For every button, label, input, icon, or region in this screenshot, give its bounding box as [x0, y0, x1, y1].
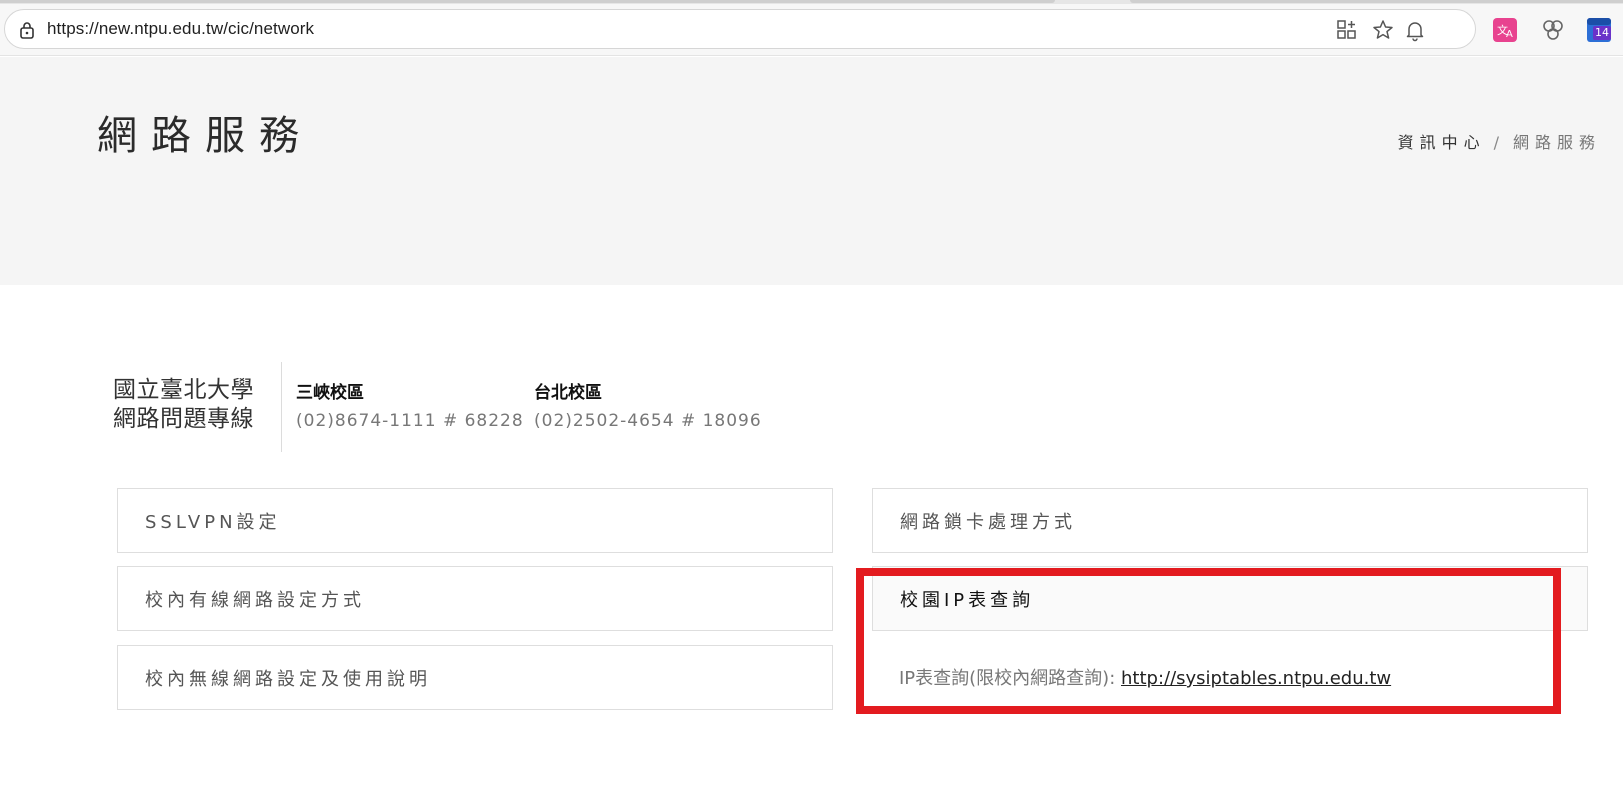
hotline-title-line2: 網路問題專線 — [113, 406, 254, 432]
campus-sanxia: 三峽校區 (02)8674-1111 # 68228 — [296, 378, 524, 431]
accordion-campus-ip[interactable]: 校園IP表查詢 — [872, 566, 1588, 631]
browser-toolbar: https://new.ntpu.edu.tw/cic/network 文 A … — [0, 4, 1623, 56]
favorite-star-icon[interactable] — [1371, 18, 1395, 42]
hotline-title-line1: 國立臺北大學 — [113, 377, 254, 403]
svg-text:A: A — [1506, 29, 1513, 40]
hotline-title: 國立臺北大學 網路問題專線 — [113, 376, 254, 434]
breadcrumb-item-cic[interactable]: 資訊中心 — [1398, 133, 1486, 152]
breadcrumb-separator: / — [1493, 133, 1505, 152]
breadcrumb: 資訊中心 / 網路服務 — [1398, 129, 1601, 153]
campus-phone: (02)8674-1111 # 68228 — [296, 411, 524, 431]
notification-bell-icon[interactable] — [1403, 18, 1427, 42]
divider — [281, 362, 282, 452]
app-available-icon[interactable] — [1335, 18, 1359, 42]
campus-phone: (02)2502-4654 # 18096 — [534, 411, 762, 431]
accordion-label: 校內無線網路設定及使用說明 — [145, 669, 431, 690]
campus-name: 台北校區 — [534, 383, 602, 403]
accordion-label: 網路鎖卡處理方式 — [900, 512, 1076, 533]
page-title: 網路服務 — [97, 113, 313, 159]
accordion-label: 校園IP表查詢 — [900, 590, 1035, 611]
url-text[interactable]: https://new.ntpu.edu.tw/cic/network — [47, 19, 314, 39]
site-info-icon[interactable] — [17, 20, 37, 40]
tab-indicator[interactable] — [1130, 0, 1623, 3]
badge-count: 14 — [1593, 26, 1611, 40]
accordion-wireless-network[interactable]: 校內無線網路設定及使用說明 — [117, 645, 833, 710]
breadcrumb-item-current: 網路服務 — [1512, 133, 1601, 152]
ip-panel-content: IP表查詢(限校內網路查詢): http://sysiptables.ntpu.… — [899, 664, 1391, 690]
tab-indicator[interactable] — [0, 0, 1055, 3]
address-bar[interactable]: https://new.ntpu.edu.tw/cic/network — [4, 9, 1476, 49]
ip-table-link[interactable]: http://sysiptables.ntpu.edu.tw — [1121, 668, 1391, 689]
campus-name: 三峽校區 — [296, 383, 364, 403]
extensions-icon[interactable] — [1540, 17, 1566, 43]
campus-taipei: 台北校區 (02)2502-4654 # 18096 — [534, 378, 762, 431]
page-hero: 網路服務 資訊中心 / 網路服務 — [0, 57, 1623, 285]
accordion-wired-network[interactable]: 校內有線網路設定方式 — [117, 566, 833, 631]
accordion-label: SSLVPN設定 — [145, 512, 281, 533]
accordion-label: 校內有線網路設定方式 — [145, 590, 365, 611]
accordion-sslvpn[interactable]: SSLVPN設定 — [117, 488, 833, 553]
ip-panel-label: IP表查詢(限校內網路查詢): — [899, 668, 1121, 689]
accordion-network-lock[interactable]: 網路鎖卡處理方式 — [872, 488, 1588, 553]
calendar-extension[interactable]: 14 — [1586, 17, 1612, 43]
network-hotline: 國立臺北大學 網路問題專線 三峽校區 (02)8674-1111 # 68228… — [113, 362, 813, 452]
translate-extension-icon[interactable]: 文 A — [1492, 17, 1518, 43]
